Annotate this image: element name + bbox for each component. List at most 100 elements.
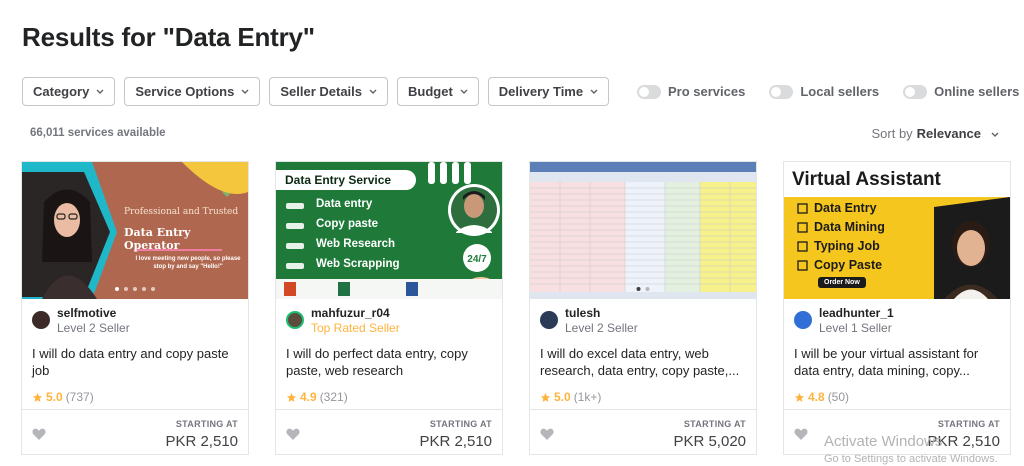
bullet-icon — [286, 203, 304, 209]
toggle-group: Pro services Local sellers Online seller… — [637, 84, 1019, 99]
online-sellers-toggle[interactable]: Online sellers — [903, 84, 1019, 99]
star-icon — [32, 392, 43, 402]
rating-count: (1k+) — [573, 390, 602, 404]
gig-title[interactable]: I will be your virtual assistant for dat… — [794, 345, 1002, 379]
filter-label: Service Options — [135, 84, 235, 99]
chevron-down-icon — [369, 88, 377, 96]
rating-count: (321) — [319, 390, 348, 404]
gig-thumbnail[interactable] — [530, 162, 756, 299]
avatar[interactable] — [540, 311, 558, 329]
chevron-down-icon — [460, 88, 468, 96]
sort-dropdown[interactable]: Sort by Relevance — [871, 126, 999, 141]
rating-count: (737) — [65, 390, 94, 404]
toggle-switch[interactable] — [769, 84, 794, 99]
price: PKR 2,510 — [419, 433, 492, 450]
card-footer: STARTING AT PKR 5,020 — [530, 409, 756, 455]
filter-category-button[interactable]: Category — [22, 77, 116, 106]
thumb-message: I love meeting new people, so please sto… — [135, 256, 241, 270]
bullet-icon — [286, 263, 304, 269]
avatar[interactable] — [794, 311, 812, 329]
star-icon — [540, 392, 551, 402]
star-icon — [286, 392, 297, 402]
rating: 4.9 (321) — [286, 390, 348, 404]
rating: 5.0 (737) — [32, 390, 94, 404]
svg-text:24/7: 24/7 — [467, 254, 487, 265]
bullet-icon — [286, 223, 304, 229]
seller-name[interactable]: tulesh — [565, 306, 638, 320]
gig-thumbnail[interactable]: Data Entry Service 24/7 Data entry Copy … — [276, 162, 502, 299]
thumb-item: Copy Paste — [814, 258, 883, 272]
gig-title[interactable]: I will do perfect data entry, copy paste… — [286, 345, 494, 379]
heart-icon[interactable] — [794, 428, 808, 440]
chevron-down-icon — [590, 88, 598, 96]
sort-value: Relevance — [916, 126, 981, 141]
toggle-switch[interactable] — [637, 84, 661, 99]
seller-info: tulesh Level 2 Seller — [540, 306, 638, 335]
seller-info: mahfuzur_r04 Top Rated Seller — [286, 306, 400, 335]
windows-watermark-title: Activate Windows — [824, 433, 943, 450]
starting-at-label: STARTING AT — [937, 419, 1000, 429]
carousel-dots[interactable] — [115, 287, 155, 291]
toggle-label: Online sellers — [934, 84, 1020, 99]
gig-thumbnail[interactable]: Professional and Trusted Data Entry Oper… — [22, 162, 248, 299]
toggle-switch[interactable] — [903, 84, 928, 99]
bullet-icon — [286, 243, 304, 249]
avatar[interactable] — [286, 311, 304, 329]
seller-name[interactable]: mahfuzur_r04 — [311, 306, 400, 320]
thumb-role: Data Entry Operator — [124, 226, 191, 252]
seller-info: selfmotive Level 2 Seller — [32, 306, 130, 335]
toggle-label: Pro services — [668, 84, 746, 99]
seller-name[interactable]: leadhunter_1 — [819, 306, 894, 320]
avatar[interactable] — [32, 311, 50, 329]
gig-grid: Professional and Trusted Data Entry Oper… — [21, 161, 1011, 455]
rating-score: 5.0 — [554, 390, 571, 404]
filter-delivery-time-button[interactable]: Delivery Time — [487, 77, 610, 106]
gig-card[interactable]: tulesh Level 2 Seller I will do excel da… — [529, 161, 757, 455]
toggle-label: Local sellers — [800, 84, 880, 99]
gig-thumbnail[interactable]: Virtual Assistant Data Entry Data Mining… — [784, 162, 1010, 299]
heart-icon[interactable] — [32, 428, 46, 440]
filter-label: Delivery Time — [498, 84, 584, 99]
heart-icon[interactable] — [286, 428, 300, 440]
starting-at-label: STARTING AT — [429, 419, 492, 429]
seller-level: Level 2 Seller — [57, 321, 130, 335]
carousel-dots[interactable] — [636, 287, 650, 291]
rating-score: 4.9 — [300, 390, 317, 404]
thumb-item: Typing Job — [814, 239, 880, 253]
rating-score: 5.0 — [46, 390, 63, 404]
thumb-item: Data entry — [316, 198, 373, 210]
starting-at-label: STARTING AT — [175, 419, 238, 429]
filter-seller-details-button[interactable]: Seller Details — [269, 77, 388, 106]
chevron-down-icon — [241, 88, 249, 96]
results-count: 66,011 services available — [30, 127, 166, 139]
filter-service-options-button[interactable]: Service Options — [124, 77, 261, 106]
heart-icon[interactable] — [540, 428, 554, 440]
seller-level: Level 2 Seller — [565, 321, 638, 335]
windows-watermark-subtitle: Go to Settings to activate Windows. — [824, 453, 998, 465]
gig-title[interactable]: I will do data entry and copy paste job — [32, 345, 240, 379]
local-sellers-toggle[interactable]: Local sellers — [769, 84, 879, 99]
rating-score: 4.8 — [808, 390, 825, 404]
thumb-item: Data Entry — [814, 201, 877, 215]
starting-at-label: STARTING AT — [683, 419, 746, 429]
thumb-item: Web Research — [316, 238, 396, 250]
gig-title[interactable]: I will do excel data entry, web research… — [540, 345, 748, 379]
gig-card[interactable]: Professional and Trusted Data Entry Oper… — [21, 161, 249, 455]
gig-card[interactable]: Virtual Assistant Data Entry Data Mining… — [783, 161, 1011, 455]
filter-bar: Category Service Options Seller Details … — [22, 77, 610, 106]
card-footer: STARTING AT PKR 2,510 — [276, 409, 502, 455]
price: PKR 2,510 — [165, 433, 238, 450]
gig-card[interactable]: Data Entry Service 24/7 Data entry Copy … — [275, 161, 503, 455]
price: PKR 5,020 — [673, 433, 746, 450]
pro-services-toggle[interactable]: Pro services — [637, 84, 745, 99]
seller-level: Level 1 Seller — [819, 321, 892, 335]
sort-label: Sort by — [871, 126, 913, 141]
thumb-item: Copy paste — [316, 218, 378, 230]
thumb-item: Web Scrapping — [316, 258, 400, 270]
chevron-down-icon — [991, 126, 999, 141]
thumb-tagline: Professional and Trusted — [124, 207, 239, 217]
filter-budget-button[interactable]: Budget — [397, 77, 479, 106]
seller-name[interactable]: selfmotive — [57, 306, 130, 320]
chevron-down-icon — [96, 88, 104, 96]
thumb-footer — [276, 279, 502, 299]
